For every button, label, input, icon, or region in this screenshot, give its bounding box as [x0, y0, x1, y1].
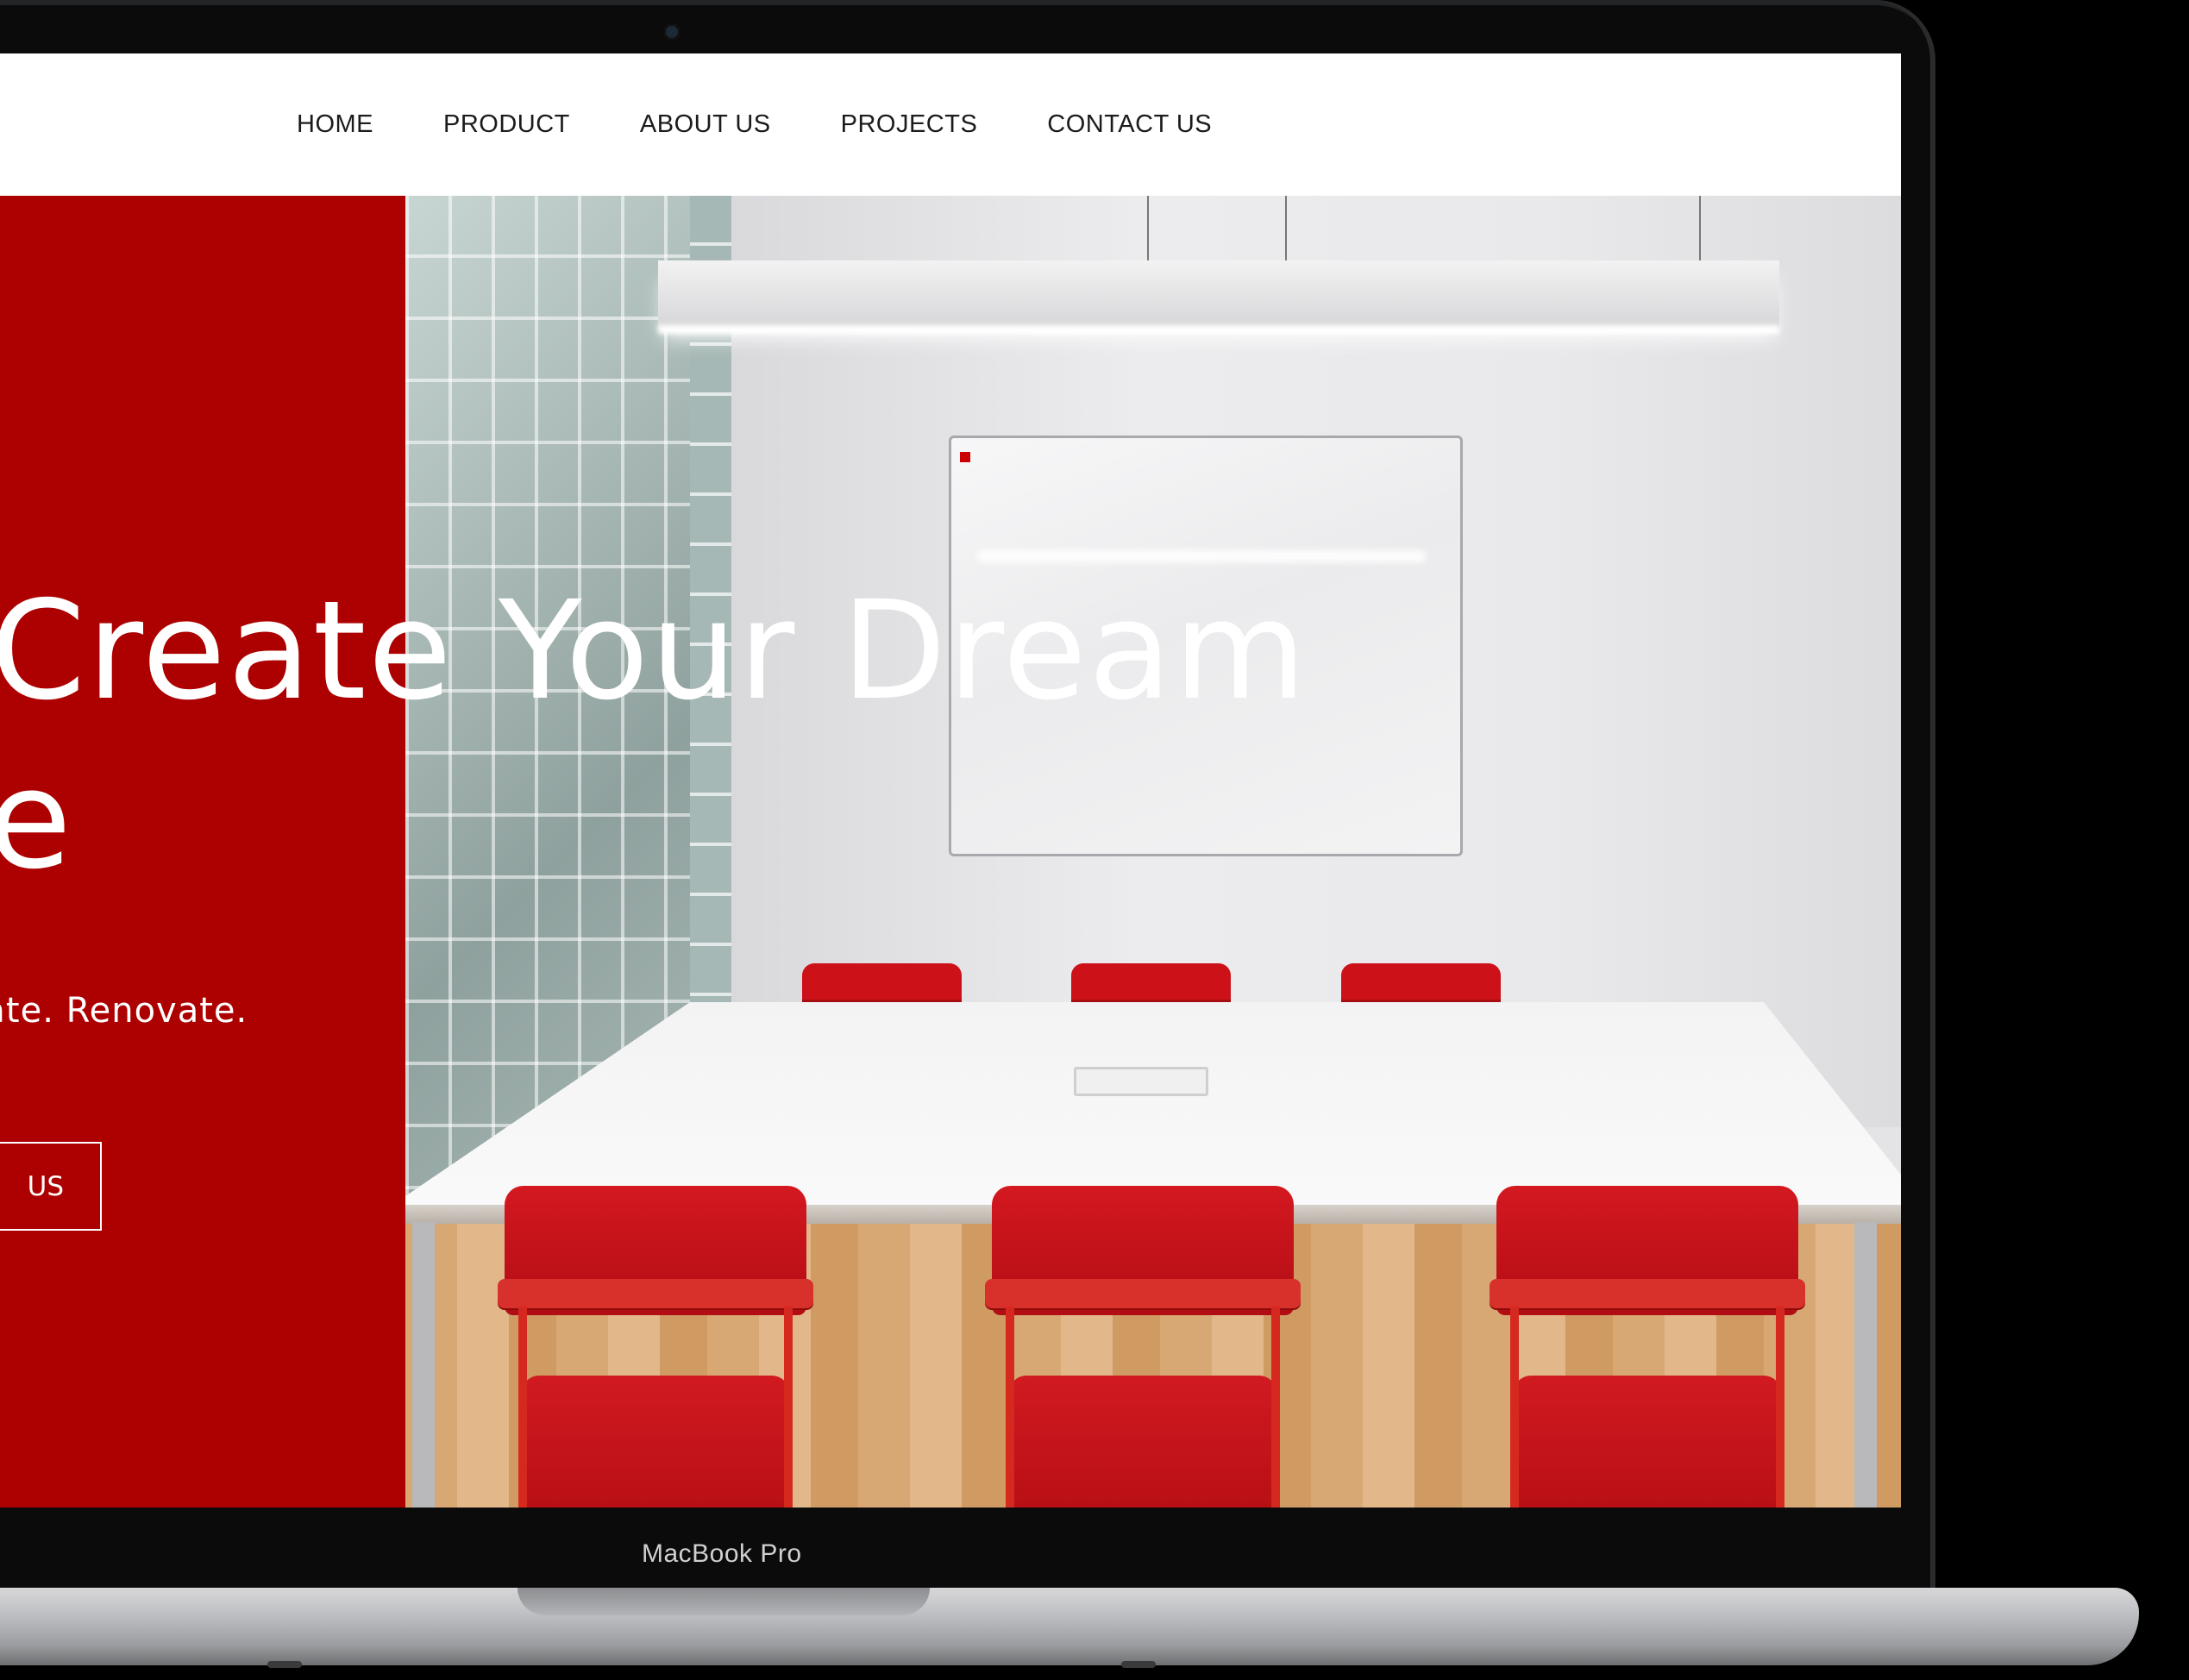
photo-lamp-wire — [1699, 196, 1701, 261]
photo-chair-seat — [522, 1376, 789, 1508]
photo-table-leg — [1854, 1222, 1877, 1508]
laptop-lid-notch — [517, 1588, 930, 1615]
hero-title-line-1: ’s Create Your Dream — [0, 572, 1308, 730]
site-navbar: HOME PRODUCT ABOUT US PROJECTS CONTACT U… — [0, 53, 1901, 196]
photo-red-chair — [1490, 1186, 1805, 1508]
photo-lamp-wire — [1285, 196, 1287, 261]
photo-red-chair — [498, 1186, 813, 1508]
photo-chair-band — [498, 1279, 813, 1308]
hero-contact-button-label: US — [27, 1170, 64, 1202]
photo-chair-back — [802, 963, 962, 1005]
hero-contact-button[interactable]: US — [0, 1142, 102, 1231]
photo-chair-seat — [1514, 1376, 1781, 1508]
photo-chair-back — [1071, 963, 1231, 1005]
device-label: MacBook Pro — [642, 1539, 802, 1568]
hero-meeting-room-photo — [405, 196, 1901, 1508]
photo-lamp-wire — [1147, 196, 1149, 261]
photo-pendant-lamp — [658, 260, 1779, 329]
photo-chair-leg — [1510, 1307, 1519, 1508]
photo-chair-leg — [1006, 1307, 1014, 1508]
photo-chair-band — [985, 1279, 1301, 1308]
hero-section: ’s Create Your Dream ace date. Renovate.… — [0, 196, 1901, 1508]
photo-red-chair — [985, 1186, 1301, 1508]
laptop-base — [0, 1588, 2139, 1665]
browser-screen: HOME PRODUCT ABOUT US PROJECTS CONTACT U… — [0, 53, 1901, 1508]
photo-table-cable-slot — [1074, 1067, 1208, 1096]
hero-subtitle: date. Renovate. — [0, 991, 248, 1031]
photo-chair-leg — [1271, 1307, 1280, 1508]
nav-projects-link[interactable]: PROJECTS — [841, 110, 978, 139]
photo-chair-leg — [784, 1307, 793, 1508]
laptop-foot — [1121, 1661, 1156, 1668]
photo-whiteboard-glare — [977, 550, 1426, 562]
nav-about-us-link[interactable]: ABOUT US — [640, 110, 771, 139]
hero-title-line-2: ace — [0, 741, 73, 900]
photo-chair-seat — [1009, 1376, 1276, 1508]
photo-lamp-glow — [658, 325, 1779, 334]
photo-table-leg — [412, 1222, 435, 1508]
nav-home-link[interactable]: HOME — [297, 110, 373, 139]
photo-chair-back — [1341, 963, 1501, 1005]
photo-chair-band — [1490, 1279, 1805, 1308]
main-nav: HOME PRODUCT ABOUT US PROJECTS CONTACT U… — [297, 53, 1282, 196]
photo-chair-leg — [1776, 1307, 1784, 1508]
photo-whiteboard-logo — [960, 452, 970, 462]
photo-chair-leg — [518, 1307, 527, 1508]
webcam-icon — [666, 26, 678, 38]
nav-product-link[interactable]: PRODUCT — [443, 110, 570, 139]
nav-contact-us-link[interactable]: CONTACT US — [1047, 110, 1212, 139]
laptop-foot — [267, 1661, 302, 1668]
